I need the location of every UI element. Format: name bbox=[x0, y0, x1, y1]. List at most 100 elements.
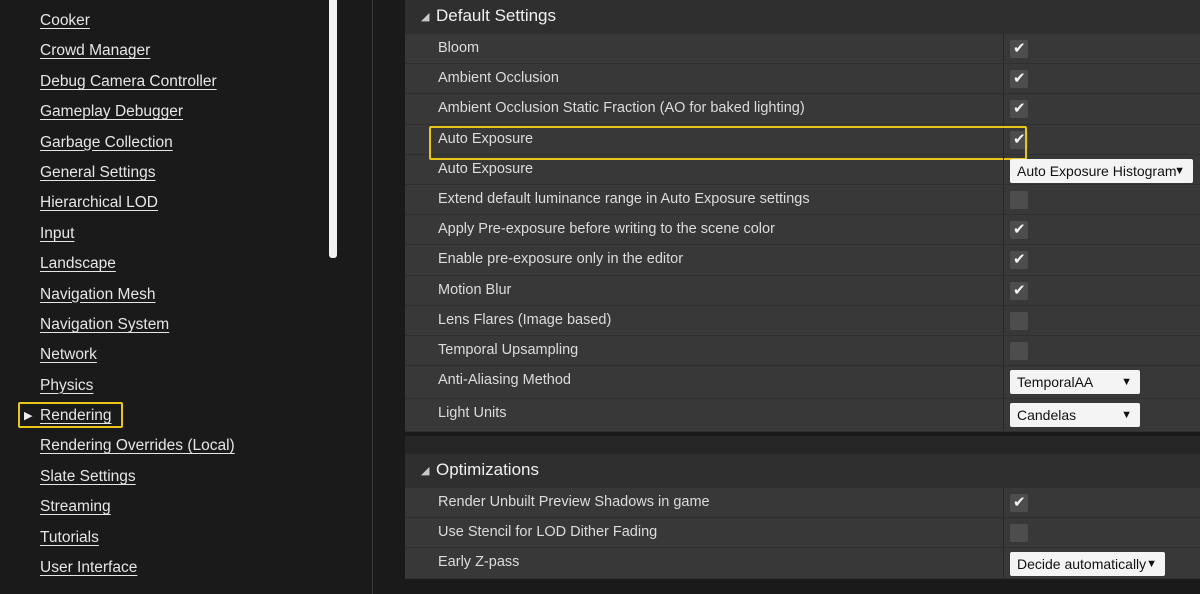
nav-item-label: Navigation System bbox=[40, 315, 170, 333]
column-divider bbox=[1003, 154, 1004, 184]
column-divider bbox=[1003, 94, 1004, 124]
setting-label: Auto Exposure bbox=[438, 160, 534, 177]
column-divider bbox=[1003, 366, 1004, 399]
chevron-down-icon: ▼ bbox=[1146, 558, 1157, 571]
setting-row: Light Units Candelas ▼ bbox=[405, 399, 1200, 433]
checkbox-checked[interactable] bbox=[1010, 281, 1028, 300]
nav-item-label: User Interface bbox=[40, 559, 138, 577]
setting-dropdown[interactable]: Decide automatically ▼ bbox=[1010, 552, 1165, 577]
setting-label: Enable pre-exposure only in the editor bbox=[438, 251, 684, 268]
checkbox-checked[interactable] bbox=[1010, 69, 1028, 89]
checkbox-checked[interactable] bbox=[1010, 39, 1028, 58]
column-divider bbox=[1003, 245, 1004, 275]
section-header-default-settings[interactable]: ◢ Default Settings bbox=[405, 0, 1200, 34]
setting-label: Motion Blur bbox=[438, 281, 512, 298]
nav-item-tutorials[interactable]: Tutorials bbox=[0, 523, 330, 553]
setting-label: Anti-Aliasing Method bbox=[438, 372, 571, 389]
nav-item-navigation-mesh[interactable]: Navigation Mesh bbox=[0, 280, 330, 310]
setting-row: Enable pre-exposure only in the editor bbox=[405, 245, 1200, 276]
setting-dropdown[interactable]: Auto Exposure Histogram ▼ bbox=[1010, 158, 1193, 183]
column-divider bbox=[1003, 548, 1004, 578]
settings-category-list: Cooker Crowd Manager Debug Camera Controll… bbox=[0, 6, 330, 583]
setting-dropdown[interactable]: Candelas ▼ bbox=[1010, 403, 1140, 428]
setting-label: Render Unbuilt Preview Shadows in game bbox=[438, 494, 710, 510]
dropdown-value: Auto Exposure Histogram bbox=[1017, 162, 1177, 179]
setting-label: Auto Exposure bbox=[438, 130, 534, 147]
nav-item-label: Network bbox=[40, 346, 97, 364]
column-divider bbox=[1003, 34, 1004, 64]
section-title: Optimizations bbox=[436, 460, 539, 479]
setting-label: Lens Flares (Image based) bbox=[438, 311, 612, 328]
checkbox-checked[interactable] bbox=[1010, 220, 1028, 240]
nav-item-label: Physics bbox=[40, 376, 94, 394]
section-title: Default Settings bbox=[436, 6, 557, 25]
nav-item-rendering-overrides-local[interactable]: Rendering Overrides (Local) bbox=[0, 431, 330, 461]
section-header-optimizations[interactable]: ◢ Optimizations bbox=[405, 454, 1200, 488]
checkbox-unchecked[interactable] bbox=[1010, 341, 1028, 360]
checkbox-unchecked[interactable] bbox=[1010, 190, 1028, 209]
column-divider bbox=[1003, 518, 1004, 548]
setting-row: Render Unbuilt Preview Shadows in game bbox=[405, 488, 1200, 519]
nav-item-label: Rendering bbox=[40, 407, 112, 425]
setting-row: Bloom bbox=[405, 34, 1200, 65]
checkbox-unchecked[interactable] bbox=[1010, 524, 1028, 543]
nav-item-user-interface[interactable]: User Interface bbox=[0, 553, 330, 583]
setting-row: Motion Blur bbox=[405, 275, 1200, 306]
nav-item-garbage-collection[interactable]: Garbage Collection bbox=[0, 128, 330, 158]
nav-item-debug-camera-controller[interactable]: Debug Camera Controller bbox=[0, 67, 330, 97]
column-divider bbox=[1003, 305, 1004, 335]
setting-row: Use Stencil for LOD Dither Fading bbox=[405, 518, 1200, 549]
setting-row: Extend default luminance range in Auto E… bbox=[405, 184, 1200, 216]
nav-item-crowd-manager[interactable]: Crowd Manager bbox=[0, 36, 330, 66]
setting-row: Early Z-pass Decide automatically ▼ bbox=[405, 548, 1200, 579]
collapse-triangle-icon: ◢ bbox=[421, 465, 430, 477]
column-divider bbox=[1003, 488, 1004, 518]
section-gap bbox=[405, 436, 1200, 454]
setting-dropdown[interactable]: TemporalAA ▼ bbox=[1010, 370, 1140, 395]
nav-item-label: Landscape bbox=[40, 255, 116, 273]
nav-item-streaming[interactable]: Streaming bbox=[0, 492, 330, 522]
nav-item-general-settings[interactable]: General Settings bbox=[0, 158, 330, 188]
nav-item-label: Tutorials bbox=[40, 528, 99, 546]
checkbox-checked[interactable] bbox=[1010, 130, 1028, 149]
checkbox-checked[interactable] bbox=[1010, 493, 1028, 512]
dropdown-value: TemporalAA bbox=[1017, 374, 1094, 391]
nav-item-physics[interactable]: Physics bbox=[0, 371, 330, 401]
column-divider bbox=[1003, 215, 1004, 245]
setting-label: Ambient Occlusion bbox=[438, 70, 559, 87]
nav-item-network[interactable]: Network bbox=[0, 340, 330, 370]
nav-item-slate-settings[interactable]: Slate Settings bbox=[0, 462, 330, 492]
setting-label: Extend default luminance range in Auto E… bbox=[438, 190, 810, 207]
checkbox-unchecked[interactable] bbox=[1010, 311, 1028, 330]
setting-row: Auto Exposure Auto Exposure Histogram ▼ bbox=[405, 154, 1200, 185]
nav-scrollbar[interactable] bbox=[329, 0, 337, 258]
setting-label: Temporal Upsampling bbox=[438, 341, 579, 358]
nav-item-navigation-system[interactable]: Navigation System bbox=[0, 310, 330, 340]
setting-row: Ambient Occlusion Static Fraction (AO fo… bbox=[405, 94, 1200, 125]
setting-row: Anti-Aliasing Method TemporalAA ▼ bbox=[405, 366, 1200, 400]
nav-item-label: General Settings bbox=[40, 163, 156, 181]
nav-item-cooker[interactable]: Cooker bbox=[0, 6, 330, 36]
nav-item-label: Debug Camera Controller bbox=[40, 72, 217, 90]
dropdown-value: Decide automatically bbox=[1017, 556, 1147, 573]
nav-item-input[interactable]: Input bbox=[0, 219, 330, 249]
nav-item-label: Cooker bbox=[40, 12, 90, 29]
nav-item-landscape[interactable]: Landscape bbox=[0, 249, 330, 279]
setting-label: Early Z-pass bbox=[438, 554, 520, 571]
chevron-down-icon: ▼ bbox=[1174, 164, 1185, 177]
checkbox-checked[interactable] bbox=[1010, 99, 1028, 119]
setting-label: Bloom bbox=[438, 40, 480, 56]
chevron-down-icon: ▼ bbox=[1121, 376, 1132, 389]
setting-label: Use Stencil for LOD Dither Fading bbox=[438, 524, 658, 541]
column-divider bbox=[1003, 335, 1004, 366]
setting-label: Apply Pre-exposure before writing to the… bbox=[438, 221, 775, 238]
nav-item-gameplay-debugger[interactable]: Gameplay Debugger bbox=[0, 97, 330, 127]
checkbox-checked[interactable] bbox=[1010, 250, 1028, 270]
details-panel: ◢ Default Settings Bloom Ambient Occlusio… bbox=[405, 0, 1200, 594]
nav-item-rendering[interactable]: ▶ Rendering bbox=[0, 401, 330, 431]
nav-item-hierarchical-lod[interactable]: Hierarchical LOD bbox=[0, 188, 330, 218]
column-divider bbox=[1003, 184, 1004, 215]
expand-arrow-icon: ▶ bbox=[24, 410, 33, 423]
setting-row: Apply Pre-exposure before writing to the… bbox=[405, 215, 1200, 246]
setting-row: Temporal Upsampling bbox=[405, 335, 1200, 367]
